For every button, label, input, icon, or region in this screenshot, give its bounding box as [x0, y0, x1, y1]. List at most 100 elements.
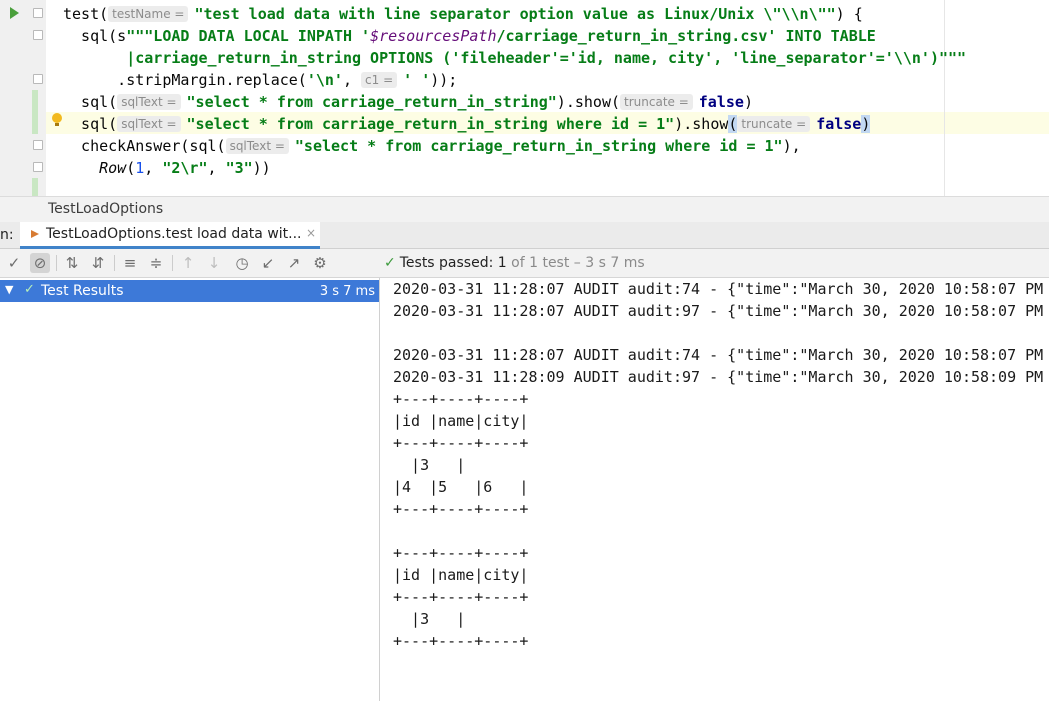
console-line: +---+----+----+: [393, 544, 529, 562]
status-count: 1: [497, 255, 507, 271]
sort-duration-icon[interactable]: ⇵: [88, 253, 108, 273]
status-summary: of 1 test – 3 s 7 ms: [511, 255, 645, 271]
console-line: +---+----+----+: [393, 632, 529, 650]
settings-icon[interactable]: ⚙: [310, 253, 330, 273]
console-output[interactable]: 2020-03-31 11:28:07 AUDIT audit:74 - {"t…: [380, 278, 1049, 701]
code-string: /carriage_return_in_string.csv' INTO TAB…: [496, 27, 876, 45]
code-string: "select * from carriage_return_in_string…: [186, 115, 675, 133]
import-icon[interactable]: ↙: [258, 253, 278, 273]
code-keyword: false: [698, 93, 744, 111]
console-line: |id |name|city|: [393, 412, 529, 430]
checkmark-icon[interactable]: ✓: [4, 253, 24, 273]
toolbar-separator: [172, 255, 173, 271]
code-function: Row: [99, 159, 127, 177]
lightbulb-icon[interactable]: [52, 113, 62, 126]
console-line: +---+----+----+: [393, 500, 529, 518]
status-label: Tests passed:: [399, 255, 494, 271]
run-tab-label: TestLoadOptions.test load data wit...: [46, 226, 302, 242]
fold-icon[interactable]: [33, 8, 43, 18]
code-string: """LOAD DATA LOCAL INPATH ': [126, 27, 371, 45]
breadcrumb-bar: TestLoadOptions: [0, 196, 1049, 222]
test-runner-toolbar: ✓ ⊘ ⇅ ⇵ ≡ ≑ ↑ ↓ ◷ ↙ ↗ ⚙ ✓ Tests passed: 1…: [0, 249, 1049, 278]
code-token: ,: [342, 71, 362, 89]
fold-icon[interactable]: [33, 30, 43, 40]
param-hint: truncate =: [620, 94, 693, 110]
code-string: "test load data with line separator opti…: [194, 5, 836, 23]
code-line-5: sql(sqlText = "select * from carriage_ret…: [63, 91, 753, 113]
code-token: ,: [144, 159, 163, 177]
test-results-row[interactable]: ▼ ✓ Test Results 3 s 7 ms: [0, 280, 379, 302]
history-icon[interactable]: ◷: [232, 253, 252, 273]
vcs-change-marker[interactable]: [32, 90, 38, 134]
code-token: )): [252, 159, 271, 177]
code-token: ),: [782, 137, 801, 155]
vcs-change-marker[interactable]: [32, 178, 38, 196]
right-margin-guide: [944, 0, 945, 196]
export-icon[interactable]: ↗: [284, 253, 304, 273]
code-line-1: test(testName = "test load data with line…: [63, 3, 863, 25]
console-line: |4 |5 |6 |: [393, 478, 529, 496]
code-token: (: [126, 159, 136, 177]
fold-icon[interactable]: [33, 74, 43, 84]
code-token: checkAnswer(sql(: [63, 137, 226, 155]
sort-alpha-icon[interactable]: ⇅: [62, 253, 82, 273]
code-string: |carriage_return_in_string OPTIONS ('fil…: [63, 49, 967, 67]
chevron-down-icon[interactable]: ▼: [5, 283, 13, 296]
param-hint: sqlText =: [117, 116, 181, 132]
code-string: "3": [225, 159, 253, 177]
code-token: .stripMargin.replace(: [63, 71, 307, 89]
code-string: "select * from carriage_return_in_string…: [294, 137, 783, 155]
prev-failed-icon[interactable]: ↑: [178, 253, 198, 273]
test-results-tree: ▼ ✓ Test Results 3 s 7 ms: [0, 278, 380, 701]
code-string: ' ': [403, 71, 431, 89]
run-tab-strip: n: TestLoadOptions.test load data wit...…: [0, 222, 1049, 249]
param-hint: truncate =: [737, 116, 811, 132]
run-test-icon[interactable]: [10, 7, 19, 19]
toolbar-separator: [114, 255, 115, 271]
pass-check-icon: ✓: [384, 255, 396, 271]
code-keyword: false: [816, 115, 862, 133]
brace-match: ): [861, 115, 871, 133]
code-string: "2\r": [162, 159, 208, 177]
expand-all-icon[interactable]: ≡: [120, 253, 140, 273]
test-duration: 3 s 7 ms: [319, 284, 375, 299]
param-hint: sqlText =: [117, 94, 181, 110]
stop-icon[interactable]: ⊘: [30, 253, 50, 273]
code-token: ,: [207, 159, 226, 177]
code-line-8: Row(1, "2\r", "3")): [63, 157, 271, 179]
console-line: 2020-03-31 11:28:09 AUDIT audit:97 - {"t…: [393, 368, 1044, 386]
test-config-icon: [31, 230, 39, 238]
code-token: test(: [63, 5, 109, 23]
breadcrumb[interactable]: TestLoadOptions: [48, 201, 163, 217]
code-token: ) {: [835, 5, 863, 23]
pass-check-icon: ✓: [24, 282, 35, 297]
code-line-2: sql(s"""LOAD DATA LOCAL INPATH '$resourc…: [63, 25, 876, 47]
param-hint: sqlText =: [225, 138, 289, 154]
next-failed-icon[interactable]: ↓: [204, 253, 224, 273]
collapse-all-icon[interactable]: ≑: [146, 253, 166, 273]
code-token: ).show: [674, 115, 729, 133]
code-token: ): [743, 93, 753, 111]
close-icon[interactable]: ×: [306, 226, 316, 240]
code-token: ).show(: [556, 93, 621, 111]
code-number: 1: [135, 159, 145, 177]
console-line: +---+----+----+: [393, 588, 529, 606]
code-string: "select * from carriage_return_in_string…: [186, 93, 557, 111]
run-configuration-tab[interactable]: TestLoadOptions.test load data wit... ×: [20, 222, 320, 249]
code-editor[interactable]: test(testName = "test load data with line…: [0, 0, 1049, 196]
console-line: |3 |: [393, 456, 466, 474]
code-line-7: checkAnswer(sql(sqlText = "select * from …: [63, 135, 801, 157]
code-line-4: .stripMargin.replace('\n', c1 = ' '));: [63, 69, 457, 91]
test-status: ✓ Tests passed: 1 of 1 test – 3 s 7 ms: [384, 255, 645, 271]
test-results-label: Test Results: [41, 283, 124, 299]
code-token: sql(s: [63, 27, 127, 45]
fold-icon[interactable]: [33, 140, 43, 150]
param-hint: testName =: [108, 6, 189, 22]
console-line: 2020-03-31 11:28:07 AUDIT audit:74 - {"t…: [393, 280, 1044, 298]
code-token: sql(: [63, 93, 118, 111]
fold-icon[interactable]: [33, 162, 43, 172]
code-string: '\n': [306, 71, 343, 89]
console-line: +---+----+----+: [393, 390, 529, 408]
console-line: 2020-03-31 11:28:07 AUDIT audit:74 - {"t…: [393, 346, 1044, 364]
